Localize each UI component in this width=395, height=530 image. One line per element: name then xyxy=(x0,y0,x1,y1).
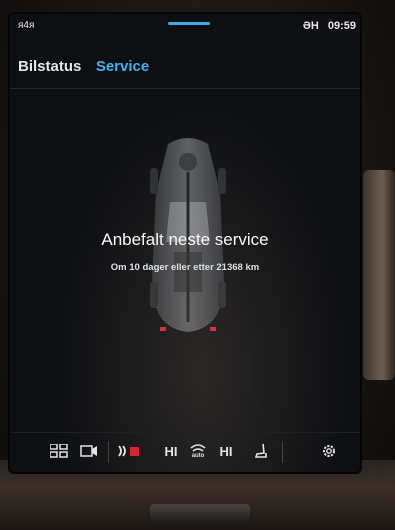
camera-button[interactable] xyxy=(78,441,100,461)
camera-icon xyxy=(80,445,97,457)
climate-divider-right xyxy=(282,441,283,463)
service-subtitle: Om 10 dager eller etter 21368 km xyxy=(110,262,260,273)
service-title: Anbefalt neste service xyxy=(101,230,269,249)
status-indicator: ᴙ4ᴙ xyxy=(18,20,35,31)
status-right-group: ƏH 09:59 xyxy=(297,20,356,32)
right-seat-heat-label: HI xyxy=(219,443,233,459)
left-seat-heat-button[interactable]: HI xyxy=(160,441,182,461)
settings-button[interactable] xyxy=(318,441,340,461)
defrost-icon xyxy=(118,445,139,457)
fan-auto-label: auto xyxy=(191,452,205,459)
profile-indicator[interactable]: ƏH xyxy=(303,20,319,32)
seat-button[interactable] xyxy=(250,441,272,461)
tab-service[interactable]: Service xyxy=(96,58,149,75)
header-divider xyxy=(10,88,360,89)
hazard-button-housing xyxy=(150,504,250,522)
left-seat-heat-label: HI xyxy=(164,443,178,459)
center-display: ᴙ4ᴙ ƏH 09:59 Bilstatus Service Anbefalt … xyxy=(10,14,360,472)
apps-grid-button[interactable] xyxy=(48,441,70,461)
fan-auto-button[interactable]: auto xyxy=(184,441,212,461)
header-tabs: Bilstatus Service xyxy=(18,58,159,82)
apps-grid-icon xyxy=(50,444,68,458)
right-seat-heat-button[interactable]: HI xyxy=(215,441,237,461)
cabin-reflection xyxy=(363,170,395,380)
clock: 09:59 xyxy=(327,20,356,32)
fan-icon xyxy=(190,443,206,452)
status-bar: ᴙ4ᴙ ƏH 09:59 xyxy=(10,14,360,38)
gear-icon xyxy=(323,445,335,457)
seat-icon xyxy=(254,443,267,458)
climate-bar: HI auto HI xyxy=(10,432,360,469)
defrost-button[interactable] xyxy=(116,441,142,461)
climate-divider xyxy=(108,441,109,463)
top-panel-handle[interactable] xyxy=(168,22,210,25)
tab-bilstatus[interactable]: Bilstatus xyxy=(18,58,81,75)
